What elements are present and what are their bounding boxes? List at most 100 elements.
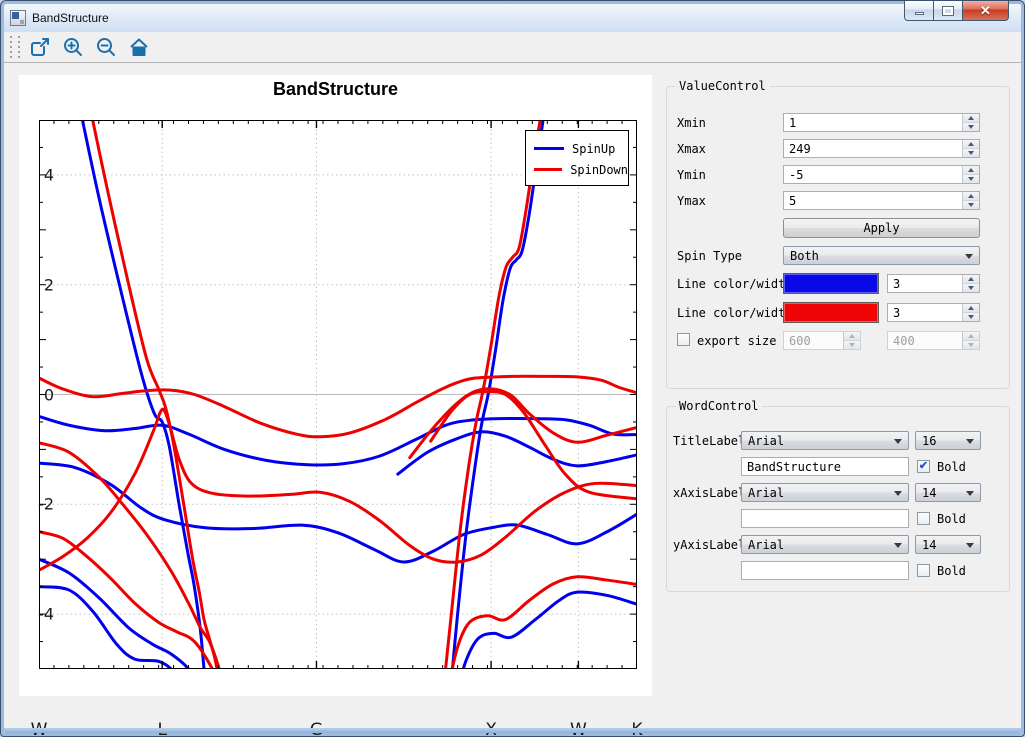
xaxis-text-field[interactable]	[741, 509, 909, 528]
client-area: BandStructure WLGXWK -4-2024 SpinUp Spin…	[4, 64, 1021, 728]
xmax-input[interactable]	[784, 140, 962, 157]
spin-buttons[interactable]	[962, 275, 979, 292]
title-font-combobox[interactable]: Arial	[741, 431, 909, 450]
spin-buttons[interactable]	[962, 140, 979, 157]
plot-canvas[interactable]: BandStructure WLGXWK -4-2024 SpinUp Spin…	[19, 75, 652, 696]
minimize-button[interactable]	[904, 1, 933, 21]
export-width-spinbox[interactable]	[783, 331, 861, 350]
chevron-down-icon	[894, 439, 902, 444]
xaxis-size-combobox[interactable]: 14	[915, 483, 981, 502]
close-icon: ✕	[980, 4, 991, 17]
yaxis-size-value: 14	[922, 538, 936, 552]
legend-item-spindown: SpinDown	[534, 159, 628, 180]
spin-type-label: Spin Type	[677, 249, 742, 263]
spin-buttons[interactable]	[962, 192, 979, 209]
y-tick-label: -2	[24, 495, 54, 514]
yaxis-bold-label: Bold	[937, 564, 966, 578]
spindown-color-button[interactable]	[783, 302, 879, 323]
zoom-in-button[interactable]	[60, 34, 86, 60]
spin-down-icon	[968, 177, 974, 181]
spin-buttons	[962, 332, 979, 349]
legend-label: SpinDown	[570, 163, 628, 177]
spin-buttons	[843, 332, 860, 349]
spin-up-icon	[968, 277, 974, 281]
xaxis-bold-checkbox[interactable]	[917, 512, 930, 525]
xaxis-label: xAxisLabel	[673, 486, 745, 500]
spin-buttons[interactable]	[962, 304, 979, 321]
yaxis-bold-checkbox[interactable]	[917, 564, 930, 577]
xaxis-font-value: Arial	[748, 486, 784, 500]
word-control-group: WordControl TitleLabel Arial 16 ✔ Bold x…	[666, 406, 1010, 592]
title-text-input[interactable]	[742, 459, 908, 476]
spin-up-icon	[968, 306, 974, 310]
title-text-field[interactable]	[741, 457, 909, 476]
xaxis-size-value: 14	[922, 486, 936, 500]
export-height-spinbox[interactable]	[887, 331, 980, 350]
legend-label: SpinUp	[572, 142, 615, 156]
xmin-spinbox[interactable]	[783, 113, 980, 132]
title-size-combobox[interactable]: 16	[915, 431, 981, 450]
spin-type-value: Both	[790, 249, 819, 263]
spindown-width-spinbox[interactable]	[887, 303, 980, 322]
y-tick-label: 0	[24, 385, 54, 404]
export-size-checkbox[interactable]	[677, 333, 690, 346]
chevron-down-icon	[894, 491, 902, 496]
toolbar-drag-handle[interactable]	[9, 36, 12, 58]
toolbar-drag-handle[interactable]	[17, 36, 20, 58]
close-button[interactable]: ✕	[962, 1, 1009, 21]
ymin-input[interactable]	[784, 166, 962, 183]
spin-up-icon	[968, 334, 974, 338]
ymin-spinbox[interactable]	[783, 165, 980, 184]
plot-title: BandStructure	[19, 79, 652, 100]
spinup-width-spinbox[interactable]	[887, 274, 980, 293]
yaxis-font-combobox[interactable]: Arial	[741, 535, 909, 554]
spindown-line-sample	[534, 168, 562, 171]
spinup-color-button[interactable]	[783, 273, 879, 294]
export-height-input[interactable]	[888, 332, 962, 349]
title-label: TitleLabel	[673, 434, 745, 448]
xmin-input[interactable]	[784, 114, 962, 131]
minimize-icon	[915, 12, 924, 15]
spin-up-icon	[849, 334, 855, 338]
spinup-width-input[interactable]	[888, 275, 962, 292]
home-button[interactable]	[126, 34, 152, 60]
export-button[interactable]	[27, 34, 53, 60]
title-bold-checkbox[interactable]: ✔	[917, 460, 930, 473]
chevron-down-icon	[966, 543, 974, 548]
ymax-spinbox[interactable]	[783, 191, 980, 210]
yaxis-size-combobox[interactable]: 14	[915, 535, 981, 554]
yaxis-label: yAxisLabel	[673, 538, 745, 552]
chevron-down-icon	[965, 254, 973, 259]
title-bar[interactable]: BandStructure ✕	[4, 4, 1021, 32]
xaxis-text-input[interactable]	[742, 511, 908, 528]
maximize-button[interactable]	[933, 1, 962, 21]
export-width-input[interactable]	[784, 332, 843, 349]
export-size-label: export size	[697, 334, 776, 348]
zoom-out-icon	[95, 36, 117, 58]
yaxis-text-input[interactable]	[742, 563, 908, 580]
spin-down-icon	[968, 315, 974, 319]
spin-buttons[interactable]	[962, 166, 979, 183]
xmax-spinbox[interactable]	[783, 139, 980, 158]
yaxis-font-value: Arial	[748, 538, 784, 552]
xmin-label: Xmin	[677, 116, 706, 130]
chevron-down-icon	[966, 491, 974, 496]
spin-down-icon	[849, 343, 855, 347]
title-bold-label: Bold	[937, 460, 966, 474]
spin-up-icon	[968, 194, 974, 198]
export-icon	[29, 36, 51, 58]
xaxis-font-combobox[interactable]: Arial	[741, 483, 909, 502]
zoom-out-button[interactable]	[93, 34, 119, 60]
toolbar	[4, 32, 1021, 63]
ymax-input[interactable]	[784, 192, 962, 209]
yaxis-text-field[interactable]	[741, 561, 909, 580]
spindown-width-input[interactable]	[888, 304, 962, 321]
app-icon	[10, 10, 26, 26]
app-window: BandStructure ✕	[0, 0, 1025, 737]
spin-type-combobox[interactable]: Both	[783, 246, 980, 265]
spin-down-icon	[968, 151, 974, 155]
spin-buttons[interactable]	[962, 114, 979, 131]
spin-down-icon	[968, 125, 974, 129]
spin-up-icon	[968, 168, 974, 172]
apply-button[interactable]: Apply	[783, 218, 980, 238]
